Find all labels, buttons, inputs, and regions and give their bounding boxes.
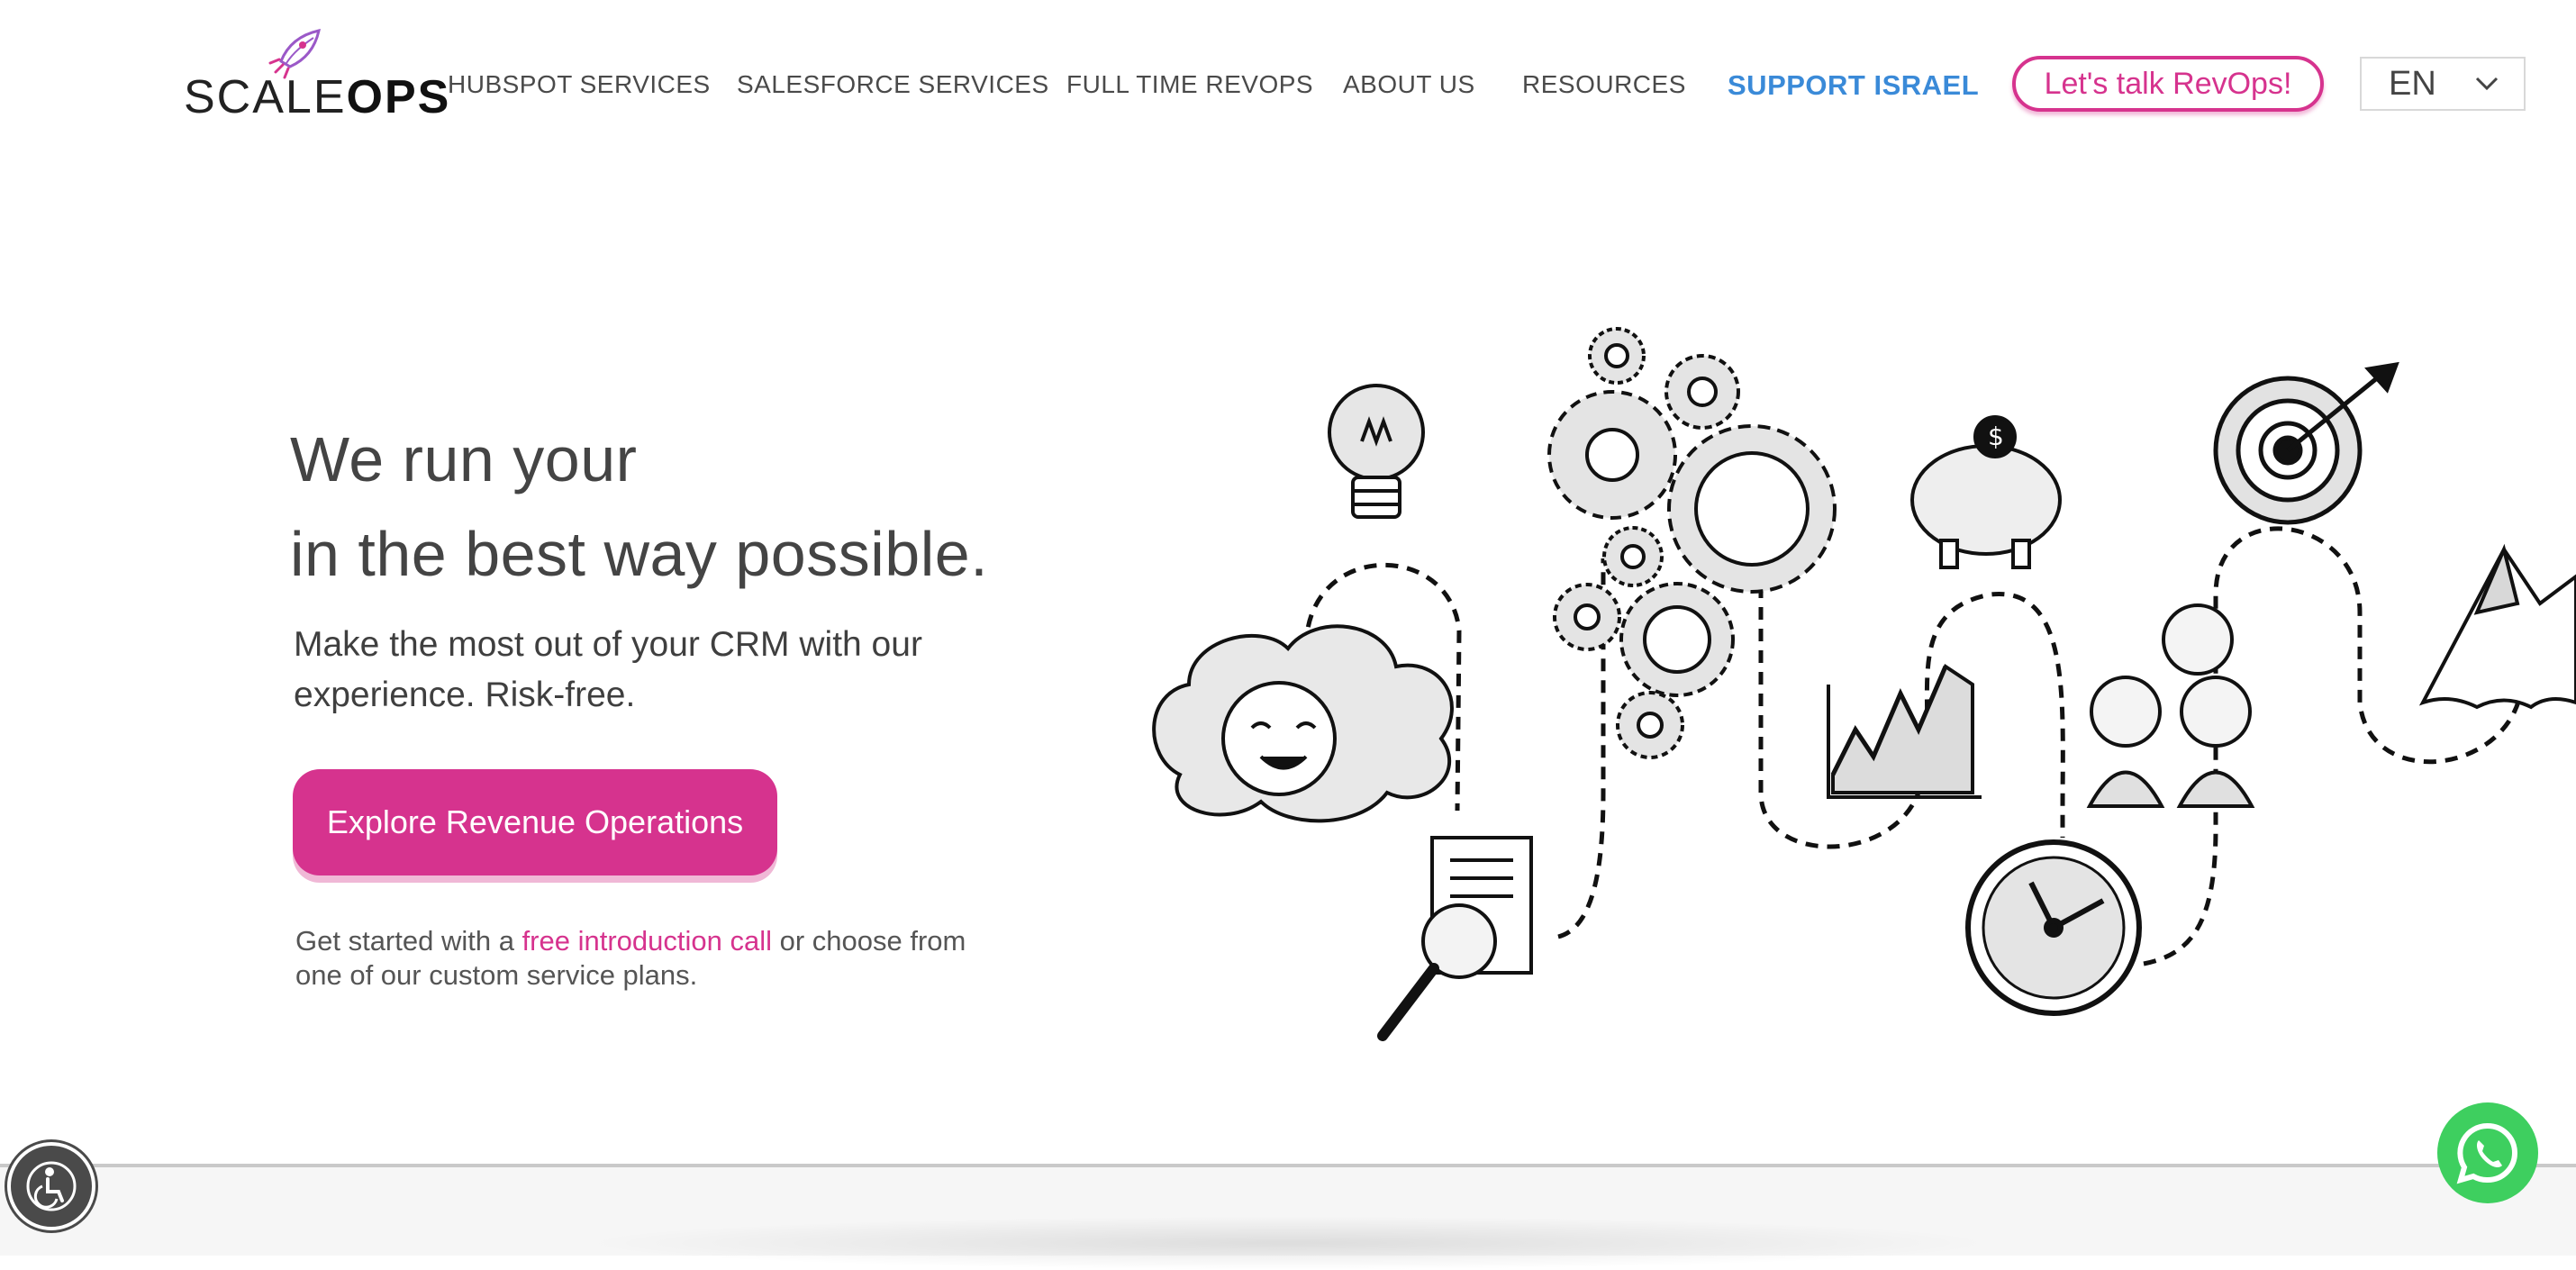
site-logo[interactable]: SCALEOPS (184, 27, 449, 126)
hero-subtitle: Make the most out of your CRM with our e… (294, 625, 922, 714)
lets-talk-revops-button[interactable]: Let's talk RevOps! (2012, 56, 2324, 112)
nav-hubspot-services[interactable]: HUBSPOT SERVICES (448, 70, 711, 99)
free-introduction-call-link[interactable]: free introduction call (522, 925, 772, 957)
accessibility-icon (26, 1161, 77, 1211)
whatsapp-chat-button[interactable] (2437, 1102, 2538, 1203)
nav-support-israel[interactable]: SUPPORT ISRAEL (1728, 69, 1979, 102)
lightbulb-icon (1328, 384, 1425, 519)
language-selector[interactable]: EN (2360, 57, 2526, 111)
logo-text-ops: OPS (346, 71, 451, 123)
growth-chart-icon (1827, 664, 1982, 799)
language-value: EN (2389, 64, 2436, 103)
document-magnifier-icon (1377, 836, 1533, 1041)
mountain-icon (2418, 543, 2576, 710)
svg-text:$: $ (1988, 422, 2004, 451)
accessibility-button[interactable] (7, 1142, 95, 1230)
explore-button-label: Explore Revenue Operations (326, 803, 744, 840)
nav-salesforce-services[interactable]: SALESFORCE SERVICES (737, 70, 1049, 99)
nav-full-time-revops[interactable]: FULL TIME REVOPS (1066, 70, 1313, 99)
hero-note: Get started with a free introduction cal… (295, 924, 980, 993)
whatsapp-icon (2456, 1122, 2517, 1184)
nav-resources[interactable]: RESOURCES (1522, 70, 1686, 99)
hero-illustration: $ (1152, 327, 2576, 1041)
hero-title-line2: in the best way possible. (290, 519, 989, 589)
hero-title-line1: We run your (290, 424, 638, 494)
target-icon (2213, 361, 2399, 525)
dashed-path-4 (2143, 526, 2525, 966)
note-text-before: Get started with a (295, 925, 522, 957)
nav-about-us[interactable]: ABOUT US (1343, 70, 1475, 99)
lets-talk-revops-label: Let's talk RevOps! (2044, 66, 2292, 101)
cloud-face-icon (1152, 624, 1454, 823)
piggy-bank-icon: $ (1910, 415, 2062, 569)
chevron-down-icon (2475, 77, 2499, 91)
gears-icon (1547, 327, 1837, 759)
logo-text-scale: SCALE (184, 71, 347, 123)
team-icon (2086, 603, 2255, 808)
explore-revenue-operations-button[interactable]: Explore Revenue Operations (293, 769, 777, 875)
bottom-card-shadow (576, 1216, 2000, 1270)
clock-icon (1965, 839, 2142, 1016)
